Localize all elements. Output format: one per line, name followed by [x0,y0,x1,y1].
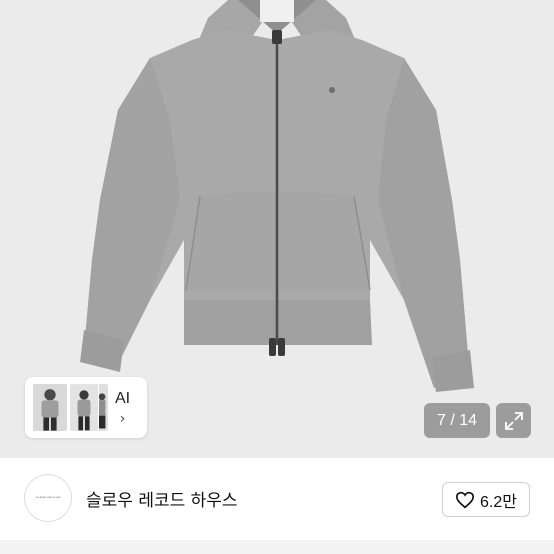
shop-info-row: SLOW RECORD HOUSE 슬로우 레코드 하우스 6.2만 [0,458,554,540]
product-image-viewer[interactable]: AI › 7 / 14 [0,0,554,458]
expand-button[interactable] [496,403,531,438]
expand-arrows-icon [504,411,523,430]
ai-thumbnail-1 [32,383,68,432]
heart-outline-icon [456,491,475,508]
shop-logo[interactable]: SLOW RECORD HOUSE [24,474,72,522]
like-button[interactable]: 6.2만 [442,482,530,517]
ai-thumbnails [25,377,109,438]
ai-styling-card[interactable]: AI › [25,377,147,438]
image-page-counter: 7 / 14 [424,403,490,438]
like-count: 6.2만 [480,493,517,511]
chevron-right-icon: › [119,410,126,427]
section-divider [0,540,554,554]
shop-name[interactable]: 슬로우 레코드 하우스 [86,486,238,511]
shop-logo-text: SLOW RECORD HOUSE [35,497,61,499]
page-counter-text: 7 / 14 [436,411,478,429]
ai-thumbnail-2 [69,383,99,432]
ai-label: AI [115,389,131,407]
